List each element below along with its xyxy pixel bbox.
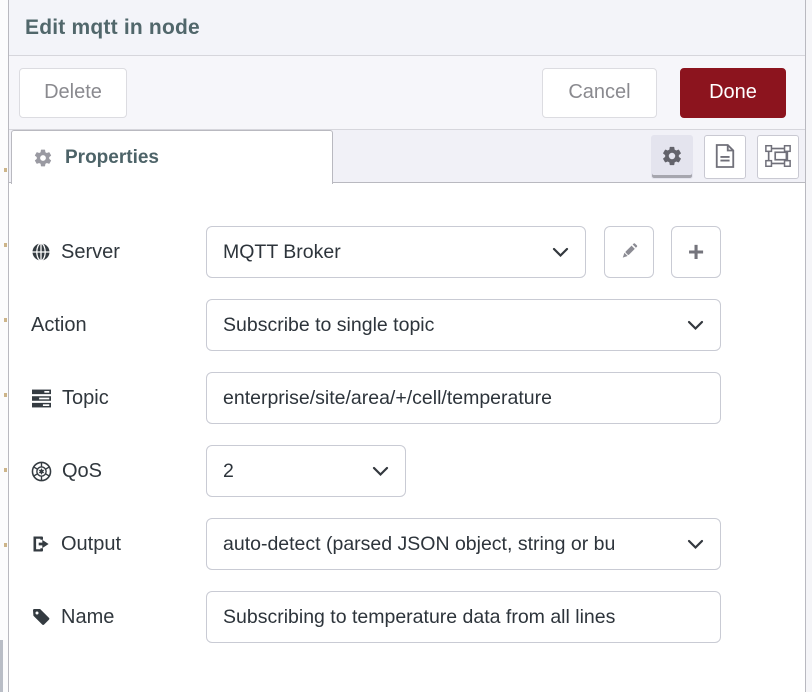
done-button[interactable]: Done <box>680 68 786 118</box>
topic-label-text: Topic <box>62 387 109 410</box>
qos-select[interactable]: 2 <box>206 445 406 497</box>
output-select-value: auto-detect (parsed JSON object, string … <box>223 533 615 556</box>
form-row-output: Output auto-detect (parsed JSON object, … <box>31 518 805 570</box>
add-server-button[interactable]: + <box>671 226 721 278</box>
name-label: Name <box>31 606 206 629</box>
appearance-icon <box>764 143 792 172</box>
file-text-icon <box>714 143 736 172</box>
empire-icon <box>31 461 52 482</box>
chevron-down-icon <box>687 539 704 550</box>
dialog-header: Edit mqtt in node <box>9 0 805 56</box>
tab-properties[interactable]: Properties <box>11 130 333 184</box>
description-tab-button[interactable] <box>704 135 746 179</box>
chevron-down-icon <box>687 320 704 331</box>
tag-icon <box>31 607 51 627</box>
action-select-value: Subscribe to single topic <box>223 314 434 337</box>
tab-properties-label: Properties <box>65 147 159 169</box>
palette-edge-mark <box>4 318 7 322</box>
chevron-down-icon <box>372 466 389 477</box>
form-row-server: Server MQTT Broker + <box>31 226 805 278</box>
globe-icon <box>31 242 51 262</box>
action-label-text: Action <box>31 314 87 337</box>
action-select[interactable]: Subscribe to single topic <box>206 299 721 351</box>
tasks-icon <box>31 389 52 408</box>
output-label: Output <box>31 533 206 556</box>
form-row-name: Name <box>31 591 805 643</box>
tab-icon-buttons <box>651 135 799 179</box>
palette-edge-mark <box>4 468 7 472</box>
palette-edge-mark <box>4 243 7 247</box>
server-select-value: MQTT Broker <box>223 241 341 264</box>
output-select[interactable]: auto-detect (parsed JSON object, string … <box>206 518 721 570</box>
edit-dialog-tray: Edit mqtt in node Delete Cancel Done Pro… <box>8 0 806 692</box>
toolbar-right-group: Cancel Done <box>542 68 786 118</box>
topic-input[interactable] <box>206 372 721 424</box>
palette-edge-mark <box>4 543 7 547</box>
tab-bar: Properties <box>9 130 805 183</box>
name-label-text: Name <box>61 606 114 629</box>
qos-select-value: 2 <box>223 460 234 483</box>
form-row-topic: Topic <box>31 372 805 424</box>
appearance-tab-button[interactable] <box>757 135 799 179</box>
properties-form: Server MQTT Broker + Action <box>9 183 805 692</box>
server-select[interactable]: MQTT Broker <box>206 226 586 278</box>
form-row-action: Action Subscribe to single topic <box>31 299 805 351</box>
delete-button[interactable]: Delete <box>19 68 127 118</box>
dialog-toolbar: Delete Cancel Done <box>9 56 805 130</box>
workspace-scroll-edge <box>0 640 3 692</box>
properties-tab-button[interactable] <box>651 135 693 179</box>
dialog-right-gutter <box>806 0 812 692</box>
page-title: Edit mqtt in node <box>25 16 200 40</box>
palette-edge-mark <box>4 393 7 397</box>
gear-icon <box>661 145 683 170</box>
pencil-icon <box>617 239 641 266</box>
gear-icon <box>33 148 53 168</box>
palette-edge-mark <box>4 168 7 172</box>
output-label-text: Output <box>61 533 121 556</box>
workspace-edge <box>0 0 8 692</box>
name-input[interactable] <box>206 591 721 643</box>
qos-label: QoS <box>31 460 206 483</box>
edit-mqtt-node-dialog: Edit mqtt in node Delete Cancel Done Pro… <box>0 0 812 692</box>
qos-label-text: QoS <box>62 460 102 483</box>
form-row-qos: QoS 2 <box>31 445 805 497</box>
topic-label: Topic <box>31 387 206 410</box>
chevron-down-icon <box>552 247 569 258</box>
server-label-text: Server <box>61 241 120 264</box>
sign-out-icon <box>31 534 51 554</box>
action-label: Action <box>31 314 206 337</box>
server-label: Server <box>31 241 206 264</box>
edit-server-button[interactable] <box>604 226 654 278</box>
cancel-button[interactable]: Cancel <box>542 68 657 118</box>
